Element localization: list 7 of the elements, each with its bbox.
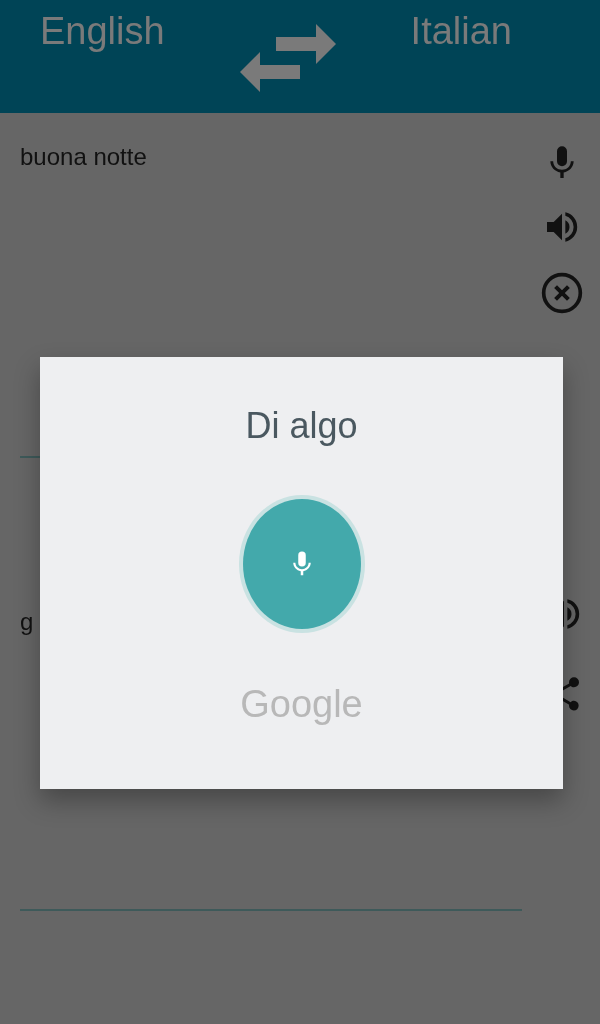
source-language[interactable]: English (40, 10, 165, 53)
clear-icon[interactable] (540, 271, 584, 315)
swap-arrows-icon[interactable] (239, 22, 336, 92)
brand-text: Google (240, 683, 363, 726)
target-language[interactable]: Italian (410, 10, 512, 53)
dialog-prompt: Di algo (245, 405, 358, 447)
output-text: g (20, 608, 34, 637)
